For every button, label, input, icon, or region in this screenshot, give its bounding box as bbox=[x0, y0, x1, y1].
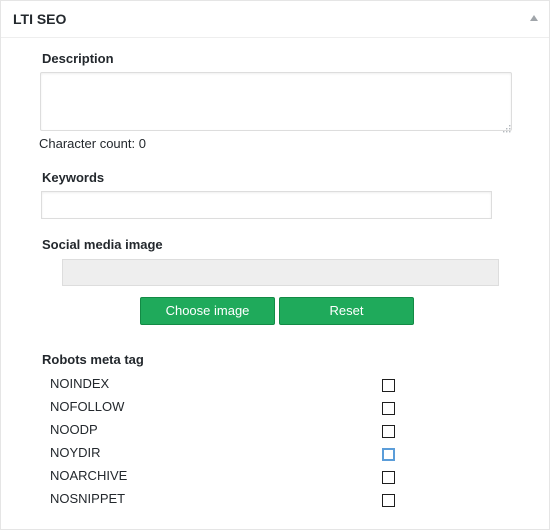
robots-option-label: NOFOLLOW bbox=[50, 399, 125, 414]
robots-option-noydir: NOYDIR bbox=[1, 445, 549, 465]
nofollow-checkbox[interactable] bbox=[382, 402, 395, 415]
robots-option-noarchive: NOARCHIVE bbox=[1, 468, 549, 488]
resize-grip-icon[interactable] bbox=[501, 120, 511, 133]
robots-option-label: NOODP bbox=[50, 422, 98, 437]
robots-option-noodp: NOODP bbox=[1, 422, 549, 442]
social-image-url-field bbox=[62, 259, 499, 286]
description-label: Description bbox=[42, 51, 114, 66]
noarchive-checkbox[interactable] bbox=[382, 471, 395, 484]
robots-option-label: NOYDIR bbox=[50, 445, 101, 460]
robots-option-noindex: NOINDEX bbox=[1, 376, 549, 396]
robots-option-nofollow: NOFOLLOW bbox=[1, 399, 549, 419]
noydir-checkbox[interactable] bbox=[382, 448, 395, 461]
nosnippet-checkbox[interactable] bbox=[382, 494, 395, 507]
noindex-checkbox[interactable] bbox=[382, 379, 395, 392]
character-count: Character count: 0 bbox=[39, 136, 146, 151]
keywords-input[interactable] bbox=[41, 191, 492, 219]
reset-button[interactable]: Reset bbox=[279, 297, 414, 325]
robots-option-label: NOSNIPPET bbox=[50, 491, 126, 506]
choose-image-button[interactable]: Choose image bbox=[140, 297, 275, 325]
keywords-label: Keywords bbox=[42, 170, 105, 185]
lti-seo-panel: LTI SEO Description Character count: 0 K… bbox=[0, 0, 550, 530]
robots-meta-tag-label: Robots meta tag bbox=[42, 352, 144, 367]
robots-option-label: NOARCHIVE bbox=[50, 468, 128, 483]
robots-option-nosnippet: NOSNIPPET bbox=[1, 491, 549, 511]
noodp-checkbox[interactable] bbox=[382, 425, 395, 438]
collapse-toggle-icon[interactable] bbox=[529, 14, 539, 22]
panel-header[interactable]: LTI SEO bbox=[1, 1, 549, 38]
robots-option-label: NOINDEX bbox=[50, 376, 110, 391]
social-media-image-label: Social media image bbox=[42, 237, 163, 252]
description-textarea[interactable] bbox=[40, 72, 512, 131]
panel-title: LTI SEO bbox=[13, 11, 67, 27]
